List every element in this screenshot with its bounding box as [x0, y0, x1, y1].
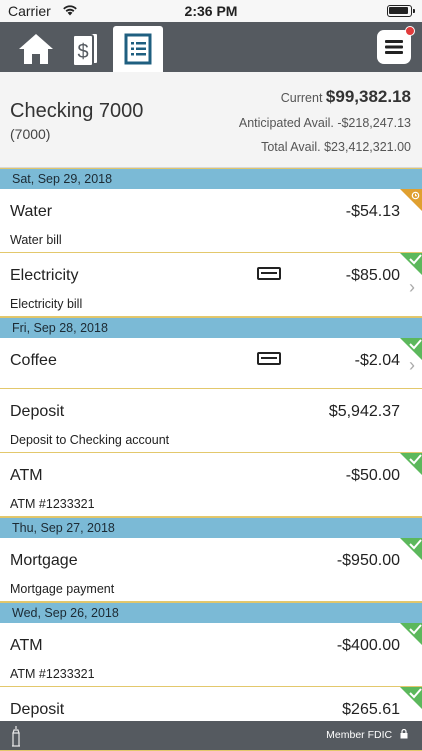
- current-balance-label: Current: [280, 91, 323, 105]
- chevron-right-icon: ›: [409, 277, 415, 297]
- transaction-row[interactable]: Electricity -$85.00 Electricity bill ›: [0, 253, 422, 317]
- transaction-row[interactable]: ATM -$400.00 ATM #1233321: [0, 623, 422, 687]
- card-icon: [257, 267, 281, 280]
- nav-bar: $: [0, 22, 422, 72]
- transaction-name: Mortgage: [10, 552, 78, 569]
- transaction-name: Electricity: [10, 267, 79, 284]
- transaction-name: Deposit: [10, 701, 65, 718]
- transaction-amount: -$400.00: [336, 637, 400, 654]
- transaction-amount: -$85.00: [345, 267, 400, 284]
- money-icon: $: [72, 32, 99, 67]
- date-header: Sat, Sep 29, 2018: [0, 168, 422, 189]
- date-header: Fri, Sep 28, 2018: [0, 317, 422, 338]
- tab-accounts[interactable]: $: [62, 26, 110, 72]
- footer-bar: Member FDIC: [0, 721, 422, 750]
- current-balance: Current $99,382.18: [281, 87, 411, 107]
- lock-icon: [400, 728, 408, 739]
- transaction-memo: Electricity bill: [10, 297, 83, 311]
- notification-badge: [405, 26, 415, 36]
- transaction-memo: ATM #1233321: [10, 497, 95, 511]
- transaction-amount: -$2.04: [354, 352, 400, 369]
- transaction-row[interactable]: Coffee -$2.04 ›: [0, 338, 422, 389]
- transaction-row[interactable]: ATM -$50.00 ATM #1233321: [0, 453, 422, 517]
- account-summary: Checking 7000 (7000) Current $99,382.18 …: [0, 72, 422, 168]
- transaction-name: Water: [10, 203, 53, 220]
- transaction-row[interactable]: Mortgage -$950.00 Mortgage payment: [0, 538, 422, 602]
- transaction-memo: Mortgage payment: [10, 582, 115, 596]
- transaction-name: ATM: [10, 637, 43, 654]
- account-name: Checking 7000: [10, 100, 144, 122]
- home-icon: [19, 34, 53, 64]
- clock: 2:36 PM: [184, 3, 238, 19]
- transaction-memo: Water bill: [10, 233, 62, 247]
- transaction-amount: $5,942.37: [328, 403, 400, 420]
- transaction-name: Deposit: [10, 403, 65, 420]
- cleared-check-icon: [400, 338, 422, 360]
- transaction-name: Coffee: [10, 352, 57, 369]
- transaction-name: ATM: [10, 467, 43, 484]
- tab-register[interactable]: [113, 26, 163, 72]
- cleared-check-icon: [400, 538, 422, 560]
- card-icon: [257, 352, 281, 365]
- total-balance: Total Avail. $23,412,321.00: [261, 140, 411, 154]
- bank-logo-icon: [12, 726, 20, 747]
- svg-text:$: $: [77, 41, 88, 63]
- register-icon: [124, 33, 152, 65]
- current-balance-value: $99,382.18: [325, 87, 411, 106]
- transaction-list: Sat, Sep 29, 2018 Water -$54.13 Water bi…: [0, 168, 422, 751]
- date-header: Wed, Sep 26, 2018: [0, 602, 422, 623]
- anticipated-balance: Anticipated Avail. -$218,247.13: [238, 116, 411, 130]
- date-header: Thu, Sep 27, 2018: [0, 517, 422, 538]
- transaction-amount: $265.61: [342, 701, 400, 718]
- battery-icon: [387, 5, 415, 17]
- transaction-row[interactable]: Deposit $5,942.37 Deposit to Checking ac…: [0, 389, 422, 453]
- cleared-check-icon: [400, 623, 422, 645]
- transaction-amount: -$950.00: [336, 552, 400, 569]
- transaction-memo: ATM #1233321: [10, 667, 95, 681]
- status-bar: Carrier 2:36 PM: [0, 0, 422, 22]
- transaction-memo: Deposit to Checking account: [10, 433, 170, 447]
- cleared-check-icon: [400, 453, 422, 475]
- member-fdic-label: Member FDIC: [326, 728, 408, 741]
- transaction-row[interactable]: Water -$54.13 Water bill: [0, 189, 422, 253]
- cleared-check-icon: [400, 253, 422, 275]
- cleared-check-icon: [400, 687, 422, 709]
- transaction-amount: -$50.00: [345, 467, 400, 484]
- member-fdic-text: Member FDIC: [326, 729, 393, 741]
- transaction-amount: -$54.13: [345, 203, 400, 220]
- pending-status-icon: [400, 189, 422, 211]
- menu-icon: [385, 40, 403, 54]
- menu-button[interactable]: [377, 26, 415, 64]
- account-number: (7000): [10, 126, 51, 142]
- tab-home[interactable]: [12, 26, 60, 72]
